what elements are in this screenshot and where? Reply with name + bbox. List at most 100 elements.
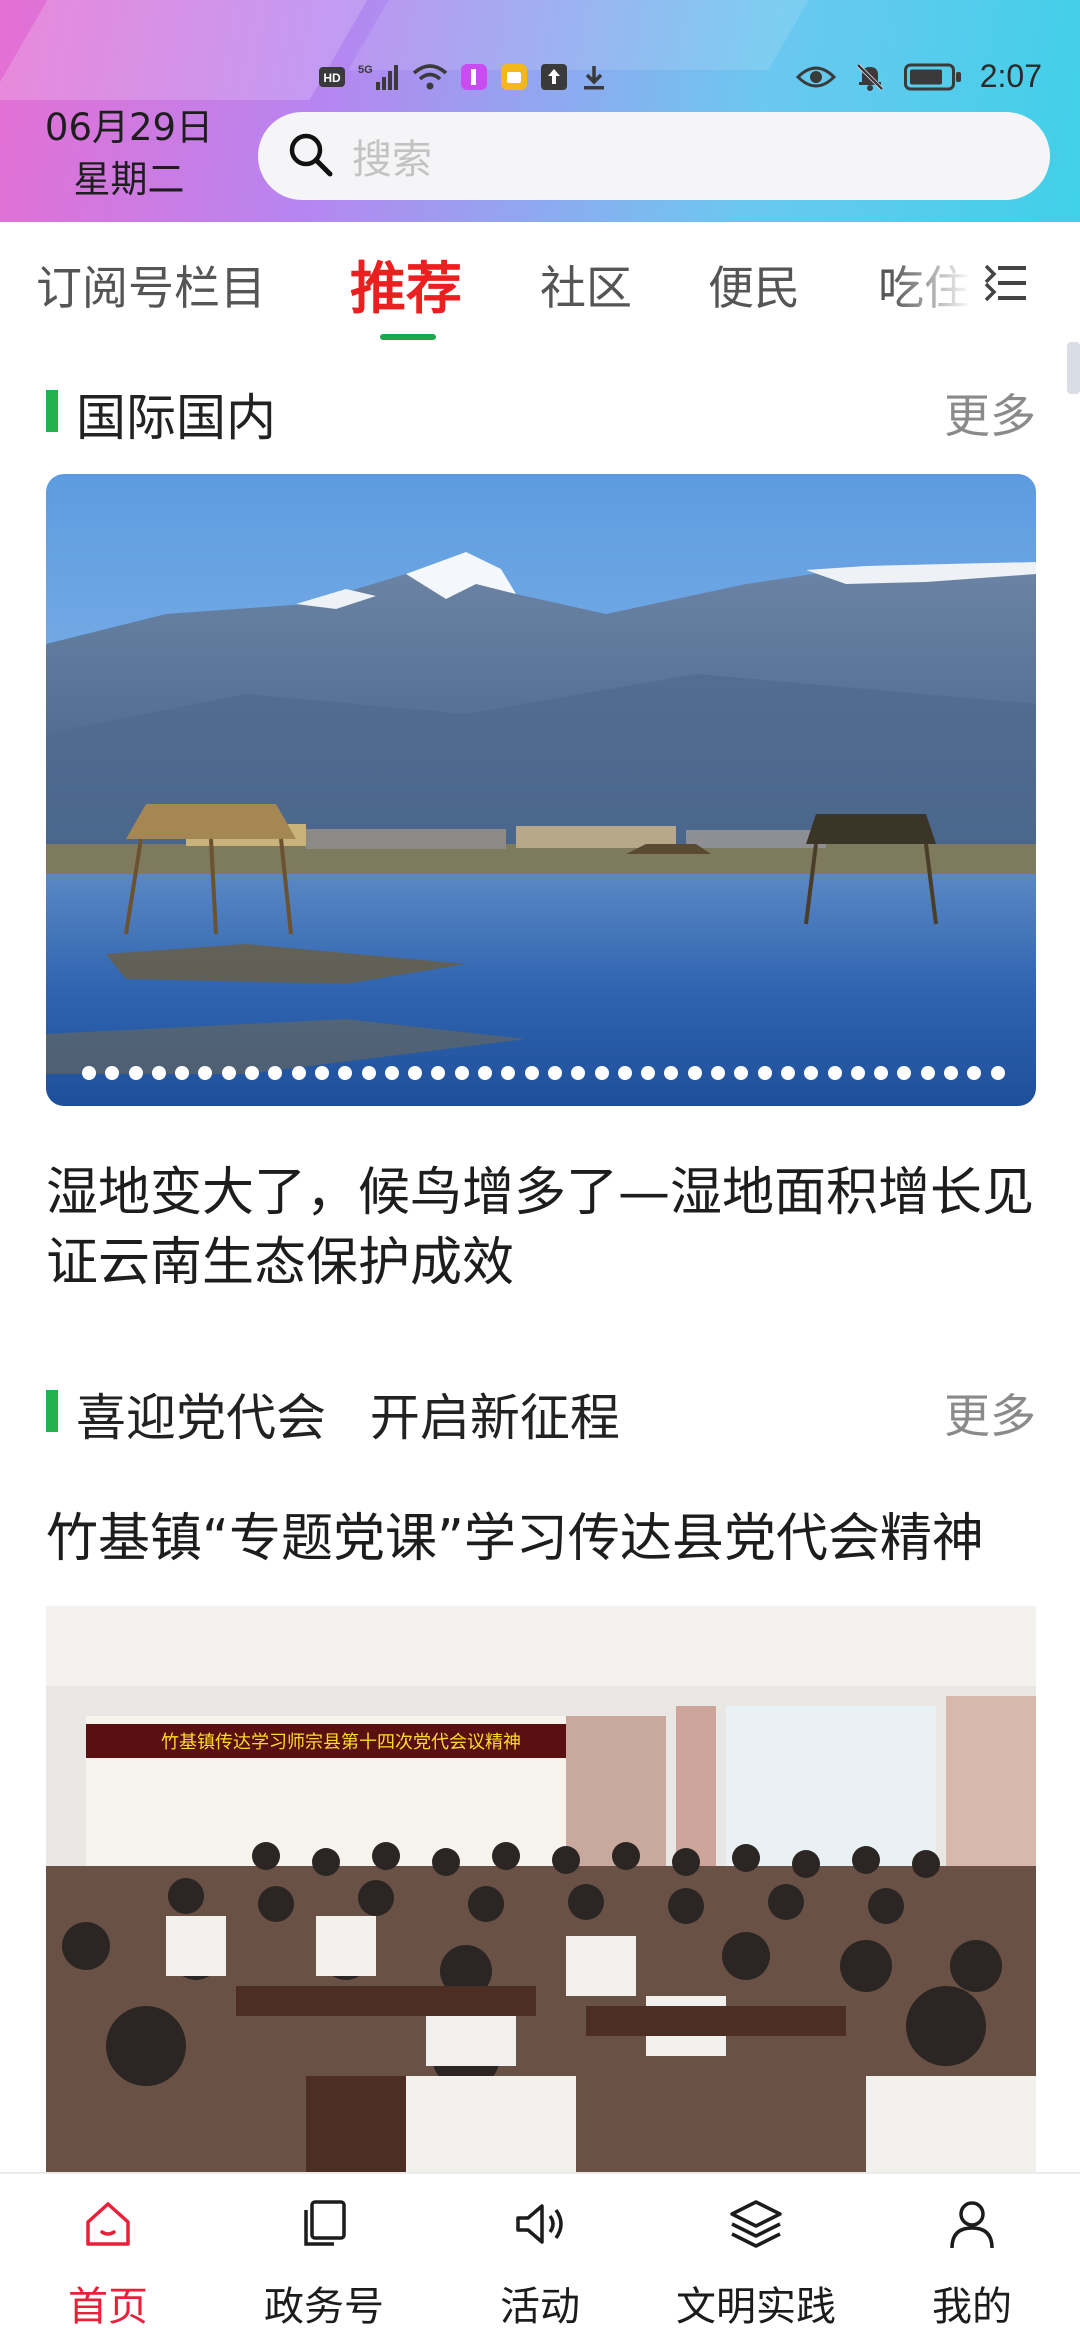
carousel-dot[interactable] [547,1066,562,1080]
carousel-dot[interactable] [780,1066,795,1080]
nav-government[interactable]: 政务号 [216,2174,432,2340]
section-accent-bar [46,390,58,432]
weekday-text: 星期二 [73,158,185,201]
nav-civilization[interactable]: 文明实践 [648,2174,864,2340]
more-link[interactable]: 更多 [944,380,1036,446]
carousel-dot[interactable] [431,1066,446,1080]
carousel-dot[interactable] [641,1066,656,1080]
search-placeholder: 搜索 [352,137,432,183]
carousel-dot[interactable] [291,1066,306,1080]
carousel-dot[interactable] [850,1066,865,1080]
tab-subscriptions[interactable]: 订阅号栏目 [36,252,266,318]
carousel-dot[interactable] [198,1066,213,1080]
headline-1[interactable]: 湿地变大了，候鸟增多了—湿地面积增长见证云南生态保护成效 [46,1158,1036,1298]
nav-home[interactable]: 首页 [0,2174,216,2340]
section-header-intl: 国际国内 更多 [46,376,1036,447]
carousel-dot[interactable] [757,1066,772,1080]
search-icon [286,130,334,182]
carousel-dot[interactable] [920,1066,935,1080]
5g-signal-icon: 5G [358,62,400,92]
carousel-dot[interactable] [734,1066,749,1080]
carousel-dot[interactable] [245,1066,260,1080]
carousel-dot[interactable] [897,1066,912,1080]
carousel-dot[interactable] [687,1066,702,1080]
section-header-congress: 喜迎党代会 开启新征程 更多 [46,1376,1036,1447]
carousel-dot[interactable] [804,1066,819,1080]
status-bar: HD 5G 2:07 [0,52,1080,108]
carousel-dot[interactable] [82,1066,96,1080]
date-text: 06月29日 [44,106,214,149]
section-title: 国际国内 [76,389,276,447]
carousel-dot[interactable] [990,1066,1005,1080]
bell-muted-icon [854,61,886,93]
download-icon [580,63,608,91]
carousel-image[interactable] [46,474,1036,1106]
bottom-navigation: 首页 政务号 活动 文明实践 我的 [0,2172,1080,2340]
active-tab-indicator [380,334,436,340]
nav-profile[interactable]: 我的 [864,2174,1080,2340]
meeting-photo: 竹基镇传达学习师宗县第十四次党代会议精神 [46,1606,1036,2172]
more-link[interactable]: 更多 [944,1380,1036,1446]
nav-label: 文明实践 [676,2284,836,2330]
carousel-dot[interactable] [664,1066,679,1080]
carousel-dot[interactable] [617,1066,632,1080]
carousel-dot[interactable] [314,1066,329,1080]
user-icon [944,2196,1000,2252]
nav-label: 政务号 [264,2284,384,2330]
carousel-dot[interactable] [478,1066,493,1080]
carousel-dot[interactable] [128,1066,143,1080]
section-title: 喜迎党代会 开启新征程 [76,1389,620,1447]
nav-label: 活动 [500,2284,580,2330]
eye-icon [795,63,836,91]
carousel-indicator [82,1066,1005,1080]
carousel-dot[interactable] [175,1066,190,1080]
carousel-dot[interactable] [408,1066,423,1080]
nav-label: 首页 [68,2284,148,2330]
carousel-dot[interactable] [524,1066,539,1080]
pages-icon [296,2196,352,2252]
section-accent-bar [46,1390,58,1432]
status-time: 2:07 [979,58,1042,94]
carousel-dot[interactable] [571,1066,586,1080]
tab-recommended[interactable]: 推荐 [350,244,462,325]
carousel-dot[interactable] [338,1066,353,1080]
carousel-dot[interactable] [384,1066,399,1080]
carousel-dot[interactable] [874,1066,889,1080]
header: HD 5G 2:07 06月29日 星期二 搜索 [0,0,1080,222]
category-tabs: 订阅号栏目 推荐 社区 便民 吃住 [0,222,1080,346]
headline-2[interactable]: 竹基镇“专题党课”学习传达县党代会精神 [46,1504,1036,1574]
tab-community[interactable]: 社区 [540,252,632,318]
scroll-indicator [1067,342,1080,394]
wetland-photo [46,474,1036,1106]
home-icon [80,2196,136,2252]
carousel-dot[interactable] [501,1066,516,1080]
carousel-dot[interactable] [151,1066,166,1080]
meeting-image[interactable]: 竹基镇传达学习师宗县第十四次党代会议精神 [46,1606,1036,2172]
banner-text: 竹基镇传达学习师宗县第十四次党代会议精神 [161,1732,521,1753]
carousel-dot[interactable] [105,1066,120,1080]
upload-icon [540,63,568,91]
hd-icon: HD [318,65,346,89]
svg-text:HD: HD [323,71,341,85]
carousel-dot[interactable] [594,1066,609,1080]
carousel-dot[interactable] [967,1066,982,1080]
carousel-dot[interactable] [943,1066,958,1080]
search-bar[interactable]: 搜索 [258,112,1050,200]
battery-icon [903,63,962,91]
app-notification-icon [460,63,488,91]
nav-label: 我的 [932,2284,1012,2330]
carousel-dot[interactable] [454,1066,469,1080]
tab-menu-icon[interactable] [984,264,1028,302]
speaker-icon [512,2196,568,2252]
carousel-dot[interactable] [711,1066,726,1080]
tab-convenience[interactable]: 便民 [708,252,800,318]
nav-activities[interactable]: 活动 [432,2174,648,2340]
carousel-dot[interactable] [221,1066,236,1080]
app-notification-icon [500,63,528,91]
carousel-dot[interactable] [361,1066,376,1080]
svg-text:5G: 5G [358,64,373,76]
app-screen: HD 5G 2:07 06月29日 星期二 搜索 订阅号栏目 推荐 社区 便民 … [0,0,1080,2340]
layers-icon [728,2196,784,2252]
carousel-dot[interactable] [827,1066,842,1080]
carousel-dot[interactable] [268,1066,283,1080]
